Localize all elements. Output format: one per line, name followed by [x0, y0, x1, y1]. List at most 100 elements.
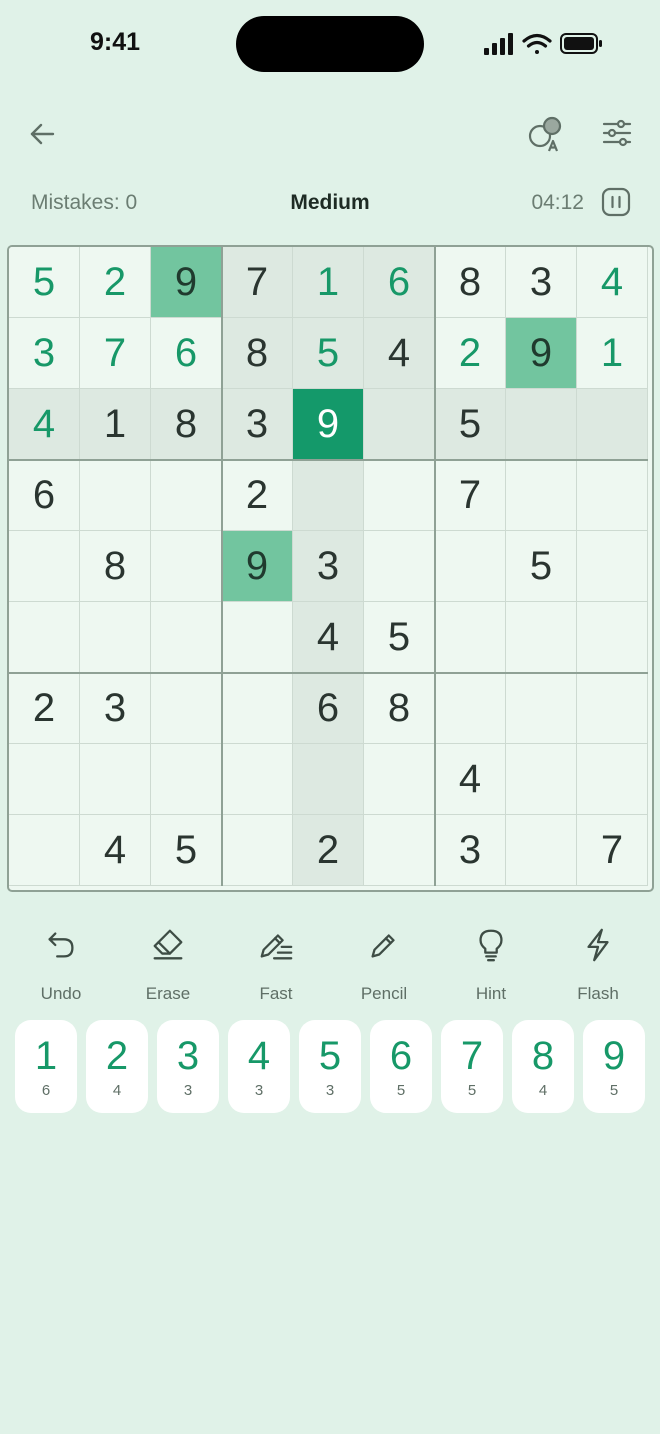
- board-cell-r6c8[interactable]: [506, 602, 577, 673]
- board-cell-r9c2[interactable]: 4: [80, 815, 151, 886]
- board-cell-r4c3[interactable]: [151, 460, 222, 531]
- board-cell-r5c5[interactable]: 3: [293, 531, 364, 602]
- board-cell-r5c2[interactable]: 8: [80, 531, 151, 602]
- fast-mode-button[interactable]: Fast: [226, 922, 326, 1004]
- board-cell-r4c6[interactable]: [364, 460, 435, 531]
- board-cell-r7c6[interactable]: 8: [364, 673, 435, 744]
- board-cell-r5c7[interactable]: [435, 531, 506, 602]
- board-cell-r8c9[interactable]: [577, 744, 648, 815]
- flash-button[interactable]: Flash: [548, 922, 648, 1004]
- board-cell-r1c6[interactable]: 6: [364, 247, 435, 318]
- board-cell-r6c6[interactable]: 5: [364, 602, 435, 673]
- board-cell-r8c4[interactable]: [222, 744, 293, 815]
- board-cell-r4c2[interactable]: [80, 460, 151, 531]
- board-cell-r6c5[interactable]: 4: [293, 602, 364, 673]
- board-cell-r7c7[interactable]: [435, 673, 506, 744]
- board-cell-r3c1[interactable]: 4: [9, 389, 80, 460]
- board-cell-r1c2[interactable]: 2: [80, 247, 151, 318]
- number-key-8[interactable]: 8 4: [512, 1020, 574, 1113]
- board-cell-r7c4[interactable]: [222, 673, 293, 744]
- theme-button[interactable]: [522, 110, 570, 158]
- board-cell-r8c5[interactable]: [293, 744, 364, 815]
- board-cell-r7c2[interactable]: 3: [80, 673, 151, 744]
- board-cell-r3c4[interactable]: 3: [222, 389, 293, 460]
- board-cell-r1c4[interactable]: 7: [222, 247, 293, 318]
- board-cell-r1c8[interactable]: 3: [506, 247, 577, 318]
- board-cell-r9c3[interactable]: 5: [151, 815, 222, 886]
- board-cell-r3c6[interactable]: [364, 389, 435, 460]
- hint-button[interactable]: Hint: [441, 922, 541, 1004]
- board-cell-r7c9[interactable]: [577, 673, 648, 744]
- board-cell-r4c8[interactable]: [506, 460, 577, 531]
- board-cell-r6c7[interactable]: [435, 602, 506, 673]
- board-cell-r1c9[interactable]: 4: [577, 247, 648, 318]
- board-cell-r2c6[interactable]: 4: [364, 318, 435, 389]
- board-cell-r6c4[interactable]: [222, 602, 293, 673]
- board-cell-r5c4[interactable]: 9: [222, 531, 293, 602]
- board-cell-r7c5[interactable]: 6: [293, 673, 364, 744]
- board-cell-r9c8[interactable]: [506, 815, 577, 886]
- board-cell-r4c7[interactable]: 7: [435, 460, 506, 531]
- board-cell-r2c1[interactable]: 3: [9, 318, 80, 389]
- board-cell-r5c9[interactable]: [577, 531, 648, 602]
- board-cell-r9c1[interactable]: [9, 815, 80, 886]
- board-cell-r6c9[interactable]: [577, 602, 648, 673]
- board-cell-r9c4[interactable]: [222, 815, 293, 886]
- board-cell-r6c3[interactable]: [151, 602, 222, 673]
- board-cell-r4c5[interactable]: [293, 460, 364, 531]
- number-key-6[interactable]: 6 5: [370, 1020, 432, 1113]
- number-key-9[interactable]: 9 5: [583, 1020, 645, 1113]
- board-cell-r8c6[interactable]: [364, 744, 435, 815]
- board-cell-r9c5[interactable]: 2: [293, 815, 364, 886]
- board-cell-r2c7[interactable]: 2: [435, 318, 506, 389]
- board-cell-r6c1[interactable]: [9, 602, 80, 673]
- board-cell-r2c5[interactable]: 5: [293, 318, 364, 389]
- number-key-3[interactable]: 3 3: [157, 1020, 219, 1113]
- board-cell-r2c9[interactable]: 1: [577, 318, 648, 389]
- board-cell-r3c3[interactable]: 8: [151, 389, 222, 460]
- board-cell-r5c1[interactable]: [9, 531, 80, 602]
- board-cell-r1c3[interactable]: 9: [151, 247, 222, 318]
- board-cell-r3c7[interactable]: 5: [435, 389, 506, 460]
- board-cell-r9c9[interactable]: 7: [577, 815, 648, 886]
- board-cell-r2c8[interactable]: 9: [506, 318, 577, 389]
- board-cell-r2c2[interactable]: 7: [80, 318, 151, 389]
- board-cell-r8c3[interactable]: [151, 744, 222, 815]
- board-cell-r5c8[interactable]: 5: [506, 531, 577, 602]
- board-cell-r2c3[interactable]: 6: [151, 318, 222, 389]
- board-cell-r9c6[interactable]: [364, 815, 435, 886]
- board-cell-r7c8[interactable]: [506, 673, 577, 744]
- number-key-5[interactable]: 5 3: [299, 1020, 361, 1113]
- board-cell-r3c5[interactable]: 9: [293, 389, 364, 460]
- board-cell-r7c1[interactable]: 2: [9, 673, 80, 744]
- pencil-button[interactable]: Pencil: [334, 922, 434, 1004]
- board-cell-r8c1[interactable]: [9, 744, 80, 815]
- erase-button[interactable]: Erase: [118, 922, 218, 1004]
- board-cell-r3c8[interactable]: [506, 389, 577, 460]
- number-key-4[interactable]: 4 3: [228, 1020, 290, 1113]
- board-cell-r6c2[interactable]: [80, 602, 151, 673]
- back-button[interactable]: [20, 112, 64, 156]
- number-key-1[interactable]: 1 6: [15, 1020, 77, 1113]
- board-cell-r1c1[interactable]: 5: [9, 247, 80, 318]
- number-key-7[interactable]: 7 5: [441, 1020, 503, 1113]
- board-cell-r9c7[interactable]: 3: [435, 815, 506, 886]
- board-cell-r4c9[interactable]: [577, 460, 648, 531]
- board-cell-r5c3[interactable]: [151, 531, 222, 602]
- number-key-2[interactable]: 2 4: [86, 1020, 148, 1113]
- board-cell-r1c7[interactable]: 8: [435, 247, 506, 318]
- board-cell-r4c4[interactable]: 2: [222, 460, 293, 531]
- board-cell-r8c8[interactable]: [506, 744, 577, 815]
- undo-button[interactable]: Undo: [11, 922, 111, 1004]
- board-cell-r4c1[interactable]: 6: [9, 460, 80, 531]
- board-cell-r5c6[interactable]: [364, 531, 435, 602]
- settings-button[interactable]: [594, 110, 640, 156]
- board-cell-r2c4[interactable]: 8: [222, 318, 293, 389]
- board-cell-r7c3[interactable]: [151, 673, 222, 744]
- board-cell-r3c2[interactable]: 1: [80, 389, 151, 460]
- pause-button[interactable]: [600, 186, 632, 218]
- board-cell-r8c2[interactable]: [80, 744, 151, 815]
- board-cell-r8c7[interactable]: 4: [435, 744, 506, 815]
- board-cell-r1c5[interactable]: 1: [293, 247, 364, 318]
- board-cell-r3c9[interactable]: [577, 389, 648, 460]
